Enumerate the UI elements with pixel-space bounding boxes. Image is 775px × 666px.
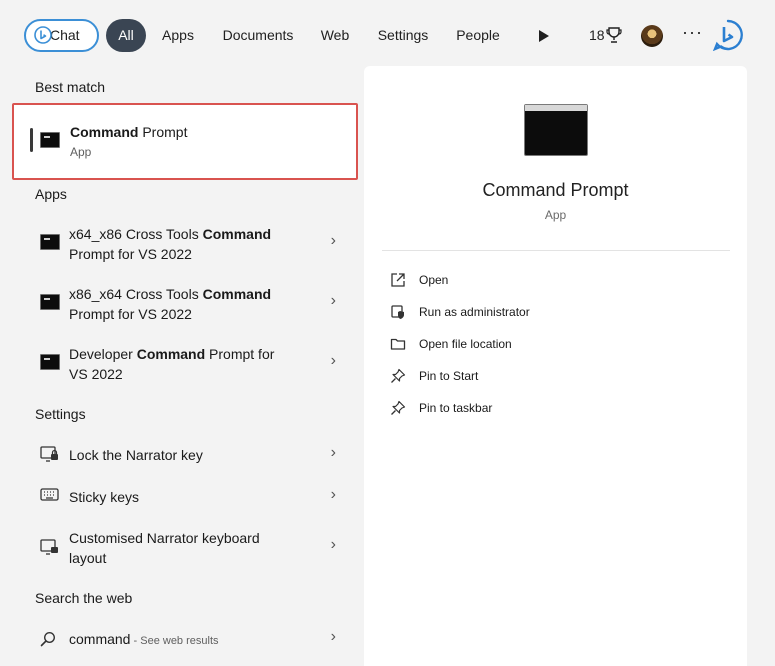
- chevron-right-icon[interactable]: ›: [331, 486, 336, 504]
- bing-icon: [34, 26, 52, 44]
- apps-heading: Apps: [35, 186, 67, 202]
- pin-icon: [391, 400, 406, 415]
- trophy-icon[interactable]: [606, 26, 622, 44]
- open-file-location-action[interactable]: Open file location: [390, 334, 690, 356]
- chevron-right-icon[interactable]: ›: [331, 536, 336, 554]
- settings-result-label: Customised Narrator keyboard layout: [69, 530, 260, 566]
- app-result-label: x64_x86 Cross Tools Command Prompt for V…: [69, 226, 272, 262]
- run-as-admin-action[interactable]: Run as administrator: [390, 302, 690, 324]
- keyboard-icon: [40, 488, 59, 501]
- pin-icon: [391, 368, 406, 383]
- more-options-button[interactable]: ···: [682, 22, 703, 43]
- all-filter-button[interactable]: All: [106, 19, 146, 52]
- command-prompt-icon: [40, 132, 60, 148]
- pin-to-start-label: Pin to Start: [419, 369, 479, 383]
- best-match-heading: Best match: [35, 79, 106, 95]
- documents-filter-button[interactable]: Documents: [212, 19, 304, 52]
- folder-icon: [390, 338, 406, 350]
- search-icon: [40, 631, 56, 647]
- command-prompt-icon: [40, 354, 60, 370]
- settings-heading: Settings: [35, 406, 86, 422]
- web-filter-button[interactable]: Web: [312, 19, 358, 52]
- narrator-keyboard-icon: [40, 539, 58, 555]
- command-prompt-icon: [40, 294, 60, 310]
- chevron-right-icon[interactable]: ›: [331, 292, 336, 310]
- people-filter-button[interactable]: People: [447, 19, 509, 52]
- settings-result-row[interactable]: Lock the Narrator key ›: [24, 442, 350, 472]
- results-list: Best match Command Prompt App Apps x64_x…: [0, 66, 364, 666]
- selection-indicator: [30, 128, 33, 152]
- chevron-right-icon[interactable]: ›: [331, 232, 336, 250]
- settings-filter-button[interactable]: Settings: [368, 19, 438, 52]
- bing-chat-icon[interactable]: [712, 19, 744, 51]
- web-search-row[interactable]: command - See web results ›: [24, 626, 350, 656]
- open-action-label: Open: [419, 273, 449, 287]
- settings-result-label: Sticky keys: [69, 489, 140, 505]
- chat-filter-label: Chat: [50, 27, 80, 43]
- chevron-right-icon[interactable]: ›: [331, 628, 336, 646]
- command-prompt-icon: [40, 234, 60, 250]
- pin-to-taskbar-label: Pin to taskbar: [419, 401, 493, 415]
- app-result-row[interactable]: x86_x64 Cross Tools Command Prompt for V…: [24, 282, 350, 326]
- settings-result-label: Lock the Narrator key: [69, 447, 203, 463]
- open-action[interactable]: Open: [390, 270, 690, 292]
- command-prompt-large-icon: [524, 104, 588, 156]
- app-result-row[interactable]: Developer Command Prompt for VS 2022 ›: [24, 342, 350, 386]
- settings-result-row[interactable]: Sticky keys ›: [24, 484, 350, 514]
- best-match-subtitle: App: [70, 145, 92, 159]
- shield-icon: [391, 305, 404, 319]
- app-result-label: x86_x64 Cross Tools Command Prompt for V…: [69, 286, 272, 322]
- chevron-right-icon[interactable]: ›: [331, 444, 336, 462]
- chevron-right-icon[interactable]: ›: [331, 352, 336, 370]
- app-result-label: Developer Command Prompt for VS 2022: [69, 346, 275, 382]
- chat-filter-button[interactable]: Chat: [24, 19, 99, 52]
- narrator-lock-icon: [40, 446, 58, 462]
- apps-filter-button[interactable]: Apps: [152, 19, 204, 52]
- search-filter-bar: Chat All Apps Documents Web Settings Peo…: [0, 0, 775, 72]
- search-web-heading: Search the web: [35, 590, 133, 606]
- app-result-row[interactable]: x64_x86 Cross Tools Command Prompt for V…: [24, 222, 350, 266]
- user-avatar[interactable]: [641, 25, 663, 47]
- play-icon[interactable]: [538, 29, 550, 43]
- web-search-label: command - See web results: [69, 631, 219, 647]
- best-match-command-prompt[interactable]: Command Prompt App: [12, 103, 358, 180]
- preview-panel: Command Prompt App Open Run as administr…: [364, 66, 747, 666]
- open-file-location-label: Open file location: [419, 337, 512, 351]
- pin-to-taskbar-action[interactable]: Pin to taskbar: [390, 398, 690, 420]
- preview-subtitle: App: [544, 208, 567, 222]
- pin-to-start-action[interactable]: Pin to Start: [390, 366, 690, 388]
- preview-divider: [382, 250, 730, 251]
- settings-result-row[interactable]: Customised Narrator keyboard layout ›: [24, 526, 350, 570]
- open-external-icon: [391, 273, 405, 287]
- rewards-count: 18: [589, 27, 605, 43]
- preview-title: Command Prompt: [482, 180, 629, 200]
- run-as-admin-label: Run as administrator: [419, 305, 530, 319]
- best-match-title: Command Prompt: [70, 124, 188, 140]
